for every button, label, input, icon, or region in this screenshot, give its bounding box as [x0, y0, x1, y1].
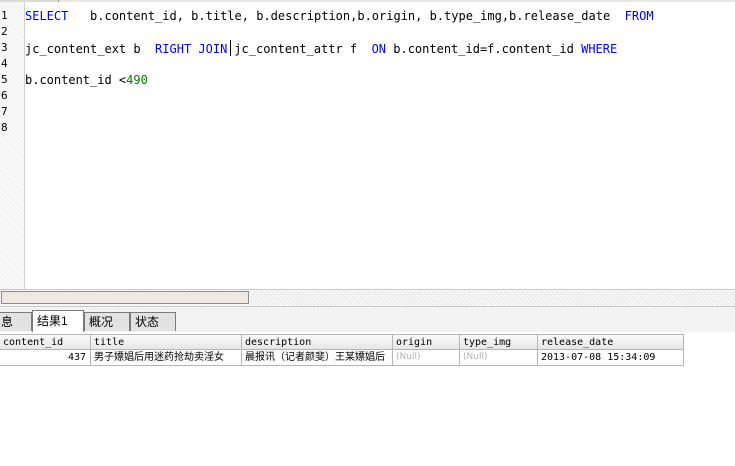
keyword-from: FROM — [624, 9, 654, 23]
cell-description[interactable]: 晨报讯（记者颜斐）王某嫖娼后 — [242, 350, 393, 366]
keyword-where: WHERE — [581, 42, 618, 56]
scrollbar-thumb[interactable] — [1, 291, 249, 304]
column-header-title[interactable]: title — [91, 334, 242, 350]
line-number: 6 — [1, 89, 8, 102]
keyword-on: ON — [371, 42, 387, 56]
line-number: 5 — [1, 73, 8, 86]
cell-content-id[interactable]: 437 — [0, 350, 91, 366]
column-header-description[interactable]: description — [242, 334, 393, 350]
result-grid[interactable]: content_id title description origin type… — [0, 332, 735, 466]
result-tab-bar: 息 结果1 概况 状态 — [0, 306, 735, 333]
code-line-3: jc_content_ext b RIGHT JOIN jc_content_at… — [25, 40, 617, 57]
sql-code-area[interactable]: SELECT b.content_id, b.title, b.descript… — [25, 0, 735, 288]
tab-overview[interactable]: 概况 — [84, 312, 130, 331]
line-number-gutter: 1 2 3 4 5 6 7 8 — [0, 2, 25, 290]
tab-info[interactable]: 息 — [0, 312, 32, 331]
keyword-right-join: RIGHT JOIN — [155, 42, 228, 56]
table-content-attr: jc_content_attr f — [234, 42, 372, 56]
where-value: 490 — [126, 73, 148, 87]
column-header-release-date[interactable]: release_date — [538, 334, 684, 350]
where-expression: b.content_id < — [25, 73, 127, 87]
code-line-5: b.content_id <490 — [25, 72, 148, 88]
sql-editor[interactable]: 1 2 3 4 5 6 7 8 SELECT b.content_id, b.t… — [0, 0, 735, 290]
line-number: 2 — [1, 25, 8, 38]
line-number: 3 — [1, 41, 8, 54]
select-columns: b.content_id, b.title, b.description,b.o… — [68, 9, 625, 23]
tab-status[interactable]: 状态 — [130, 312, 176, 331]
code-line-1: SELECT b.content_id, b.title, b.descript… — [25, 8, 654, 24]
tab-result1[interactable]: 结果1 — [32, 310, 84, 333]
keyword-select: SELECT — [25, 9, 69, 23]
line-number: 4 — [1, 57, 8, 70]
text-cursor — [230, 40, 232, 56]
column-header-type-img[interactable]: type_img — [460, 334, 538, 350]
cell-title[interactable]: 男子嫖娼后用迷药抢劫卖淫女 — [91, 350, 242, 366]
editor-horizontal-scrollbar[interactable] — [0, 289, 735, 306]
cell-type-img[interactable]: (Null) — [460, 350, 538, 366]
table-content-ext: jc_content_ext b — [25, 42, 156, 56]
column-header-origin[interactable]: origin — [393, 334, 460, 350]
column-header-content-id[interactable]: content_id — [0, 334, 91, 350]
cell-release-date[interactable]: 2013-07-08 15:34:09 — [538, 350, 684, 366]
line-number: 8 — [1, 121, 8, 134]
scrollbar-track[interactable] — [250, 291, 735, 305]
join-condition: b.content_id=f.content_id — [386, 42, 582, 56]
cell-origin[interactable]: (Null) — [393, 350, 460, 366]
line-number: 1 — [1, 9, 8, 22]
line-number: 7 — [1, 105, 8, 118]
